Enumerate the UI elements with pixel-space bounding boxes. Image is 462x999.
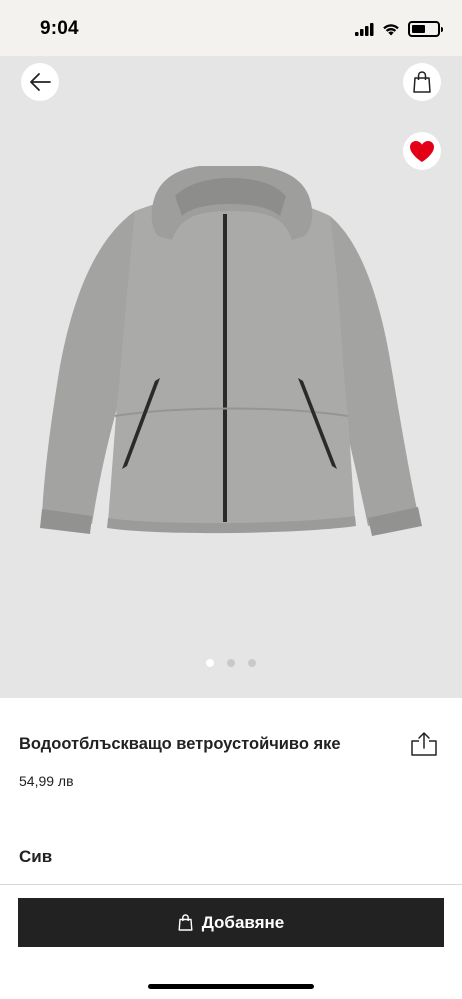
status-time: 9:04 (40, 18, 79, 39)
divider (0, 884, 462, 885)
pagination-dot[interactable] (248, 659, 256, 667)
signal-icon (355, 22, 374, 36)
shopping-bag-icon (413, 71, 431, 93)
home-indicator[interactable] (148, 984, 314, 989)
pagination-dot[interactable] (227, 659, 235, 667)
arrow-left-icon (30, 73, 51, 91)
shopping-bag-button[interactable] (403, 63, 441, 101)
product-image-gallery[interactable] (0, 56, 462, 698)
pagination-dot[interactable] (206, 659, 214, 667)
image-pagination (0, 659, 462, 667)
product-title-row: Водоотблъскващо ветроустойчиво яке (19, 730, 439, 758)
heart-icon (410, 140, 434, 162)
product-title: Водоотблъскващо ветроустойчиво яке (19, 734, 341, 753)
status-bar: 9:04 (0, 0, 462, 56)
battery-icon (408, 21, 443, 37)
wifi-icon (383, 23, 399, 35)
product-price: 54,99 лв (19, 773, 74, 789)
add-to-bag-label: Добавяне (201, 912, 285, 932)
share-icon (411, 732, 437, 756)
favorite-button[interactable] (403, 132, 441, 170)
status-icons (355, 20, 443, 38)
product-image (40, 166, 422, 536)
shopping-bag-icon (178, 914, 193, 931)
back-button[interactable] (21, 63, 59, 101)
add-to-bag-button[interactable]: Добавяне (18, 898, 444, 947)
share-button[interactable] (409, 730, 439, 758)
color-label: Сив (19, 847, 53, 866)
